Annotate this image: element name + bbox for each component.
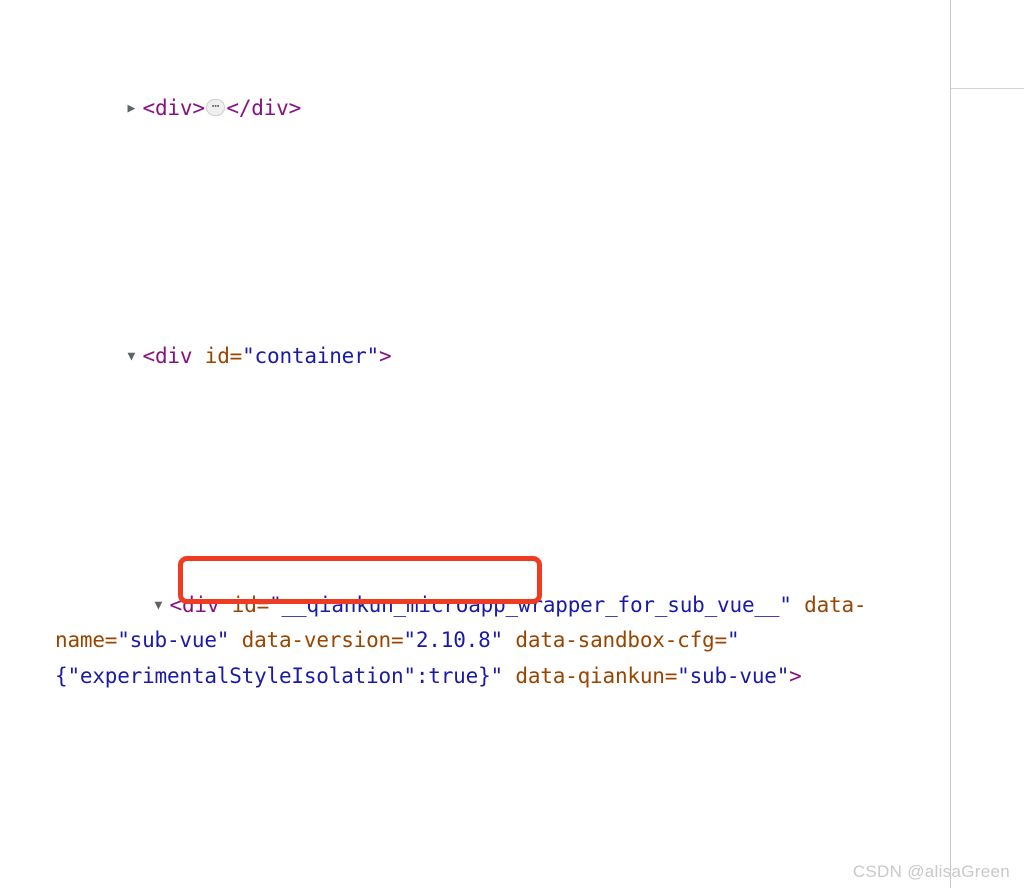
dom-attr-name-data-qiankun: data-qiankun= xyxy=(502,663,678,688)
dom-node-qiankun-head[interactable]: <qiankun-head> xyxy=(0,801,950,888)
disclosure-triangle-open-icon[interactable] xyxy=(128,339,142,375)
devtools-window: <div>⋯</div> <div id="container"> <div i… xyxy=(0,0,1024,888)
watermark-text: CSDN @alisaGreen xyxy=(852,862,1010,881)
dom-attr-name-id: id= xyxy=(231,592,270,617)
dom-attr-value-data-version: "2.10.8" xyxy=(403,628,503,652)
collapsed-children-ellipsis-icon[interactable]: ⋯ xyxy=(205,98,226,116)
dom-attr-name-data-sandbox-cfg: data-sandbox-cfg= xyxy=(502,628,727,652)
dom-node-qiankun-wrapper[interactable]: <div id="__qiankun_microapp_wrapper_for_… xyxy=(0,481,950,801)
dom-node-container[interactable]: <div id="container"> xyxy=(0,233,950,482)
dom-attr-name-data-version: data-version= xyxy=(229,628,404,652)
dom-tag-bracket: > xyxy=(378,344,392,368)
dom-tag-close: </div> xyxy=(226,95,302,120)
styles-rule-fragment[interactable]: te co } xyxy=(951,0,1024,561)
dom-attr-value-wrapper-id: "__qiankun_microapp_wrapper_for_sub_vue_… xyxy=(269,592,792,617)
dom-attr-name-id: id= xyxy=(204,344,243,368)
dom-attr-value-data-name: "sub-vue" xyxy=(117,628,230,652)
elements-dom-tree-pane[interactable]: <div>⋯</div> <div id="container"> <div i… xyxy=(0,0,950,888)
dom-tag-name: <div xyxy=(142,344,205,368)
dom-attr-value-data-qiankun: "sub-vue" xyxy=(677,663,790,688)
dom-tag-name: <div xyxy=(169,592,232,617)
dom-tag-bracket: > xyxy=(789,663,802,688)
disclosure-triangle-closed-icon[interactable] xyxy=(128,91,142,127)
styles-pane-divider xyxy=(951,88,1024,89)
dom-tag-open: <div> xyxy=(142,95,205,120)
disclosure-triangle-open-icon[interactable] xyxy=(155,588,169,624)
dom-node-div-collapsed[interactable]: <div>⋯</div> xyxy=(0,0,950,233)
styles-sidebar-pane[interactable]: te co } xyxy=(950,0,1024,888)
dom-attr-value-container: "container" xyxy=(242,344,379,368)
